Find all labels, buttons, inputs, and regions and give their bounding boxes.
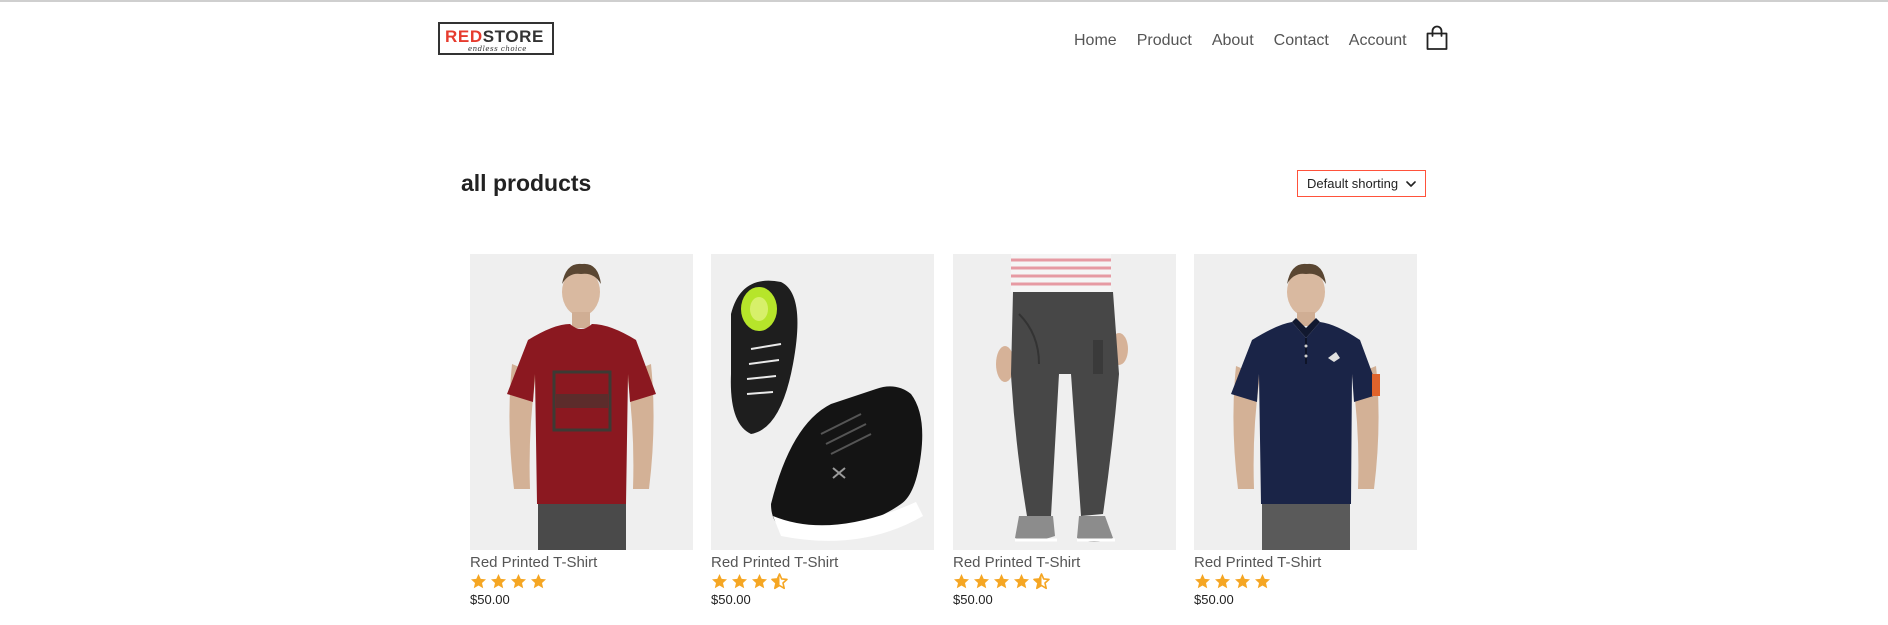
product-rating bbox=[953, 572, 1176, 590]
product-image[interactable] bbox=[953, 254, 1176, 550]
logo-tagline: endless choice bbox=[468, 45, 527, 53]
sort-dropdown[interactable]: Default shorting bbox=[1297, 170, 1426, 197]
nav-product[interactable]: Product bbox=[1137, 31, 1192, 51]
product-card[interactable]: Red Printed T-Shirt $50.00 bbox=[953, 254, 1176, 607]
nav-contact[interactable]: Contact bbox=[1274, 31, 1329, 51]
product-card[interactable]: Red Printed T-Shirt $50.00 bbox=[470, 254, 693, 607]
star-half-icon bbox=[1033, 572, 1050, 589]
star-icon bbox=[974, 573, 989, 588]
product-name[interactable]: Red Printed T-Shirt bbox=[1194, 554, 1417, 571]
logo-brand-dark: STORE bbox=[482, 27, 544, 46]
product-rating bbox=[1194, 572, 1417, 590]
product-rating bbox=[470, 572, 693, 590]
product-price: $50.00 bbox=[953, 592, 993, 607]
product-image[interactable] bbox=[1194, 254, 1417, 550]
product-price: $50.00 bbox=[470, 592, 510, 607]
product-card[interactable]: Red Printed T-Shirt $50.00 bbox=[1194, 254, 1417, 607]
product-rating bbox=[711, 572, 934, 590]
star-icon bbox=[471, 573, 486, 588]
star-icon bbox=[752, 573, 767, 588]
top-border bbox=[0, 0, 1888, 2]
nav-account[interactable]: Account bbox=[1349, 31, 1407, 51]
product-name[interactable]: Red Printed T-Shirt bbox=[470, 554, 693, 571]
star-icon bbox=[1195, 573, 1210, 588]
nav-home[interactable]: Home bbox=[1074, 31, 1117, 51]
star-icon bbox=[1215, 573, 1230, 588]
product-price: $50.00 bbox=[711, 592, 751, 607]
star-icon bbox=[511, 573, 526, 588]
star-icon bbox=[1014, 573, 1029, 588]
product-card[interactable]: Red Printed T-Shirt $50.00 bbox=[711, 254, 934, 607]
product-name[interactable]: Red Printed T-Shirt bbox=[953, 554, 1176, 571]
navbar: REDSTORE endless choice Home Product Abo… bbox=[438, 22, 1450, 56]
star-icon bbox=[1235, 573, 1250, 588]
sort-selected-value: Default shorting bbox=[1307, 176, 1399, 191]
logo-brand-red: RED bbox=[445, 27, 483, 46]
product-image[interactable] bbox=[711, 254, 934, 550]
star-icon bbox=[1255, 573, 1270, 588]
product-name[interactable]: Red Printed T-Shirt bbox=[711, 554, 934, 571]
page-title: all products bbox=[461, 170, 592, 196]
star-icon bbox=[954, 573, 969, 588]
star-icon bbox=[491, 573, 506, 588]
logo-wordmark: REDSTORE bbox=[445, 28, 544, 46]
star-half-icon bbox=[771, 572, 788, 589]
product-price: $50.00 bbox=[1194, 592, 1234, 607]
star-icon bbox=[994, 573, 1009, 588]
shopping-bag-icon[interactable] bbox=[1425, 25, 1449, 51]
product-image[interactable] bbox=[470, 254, 693, 550]
star-icon bbox=[531, 573, 546, 588]
main-menu: Home Product About Contact Account bbox=[1074, 31, 1427, 51]
star-icon bbox=[712, 573, 727, 588]
star-icon bbox=[732, 573, 747, 588]
nav-about[interactable]: About bbox=[1212, 31, 1254, 51]
logo[interactable]: REDSTORE endless choice bbox=[438, 22, 554, 55]
chevron-down-icon bbox=[1406, 181, 1416, 187]
